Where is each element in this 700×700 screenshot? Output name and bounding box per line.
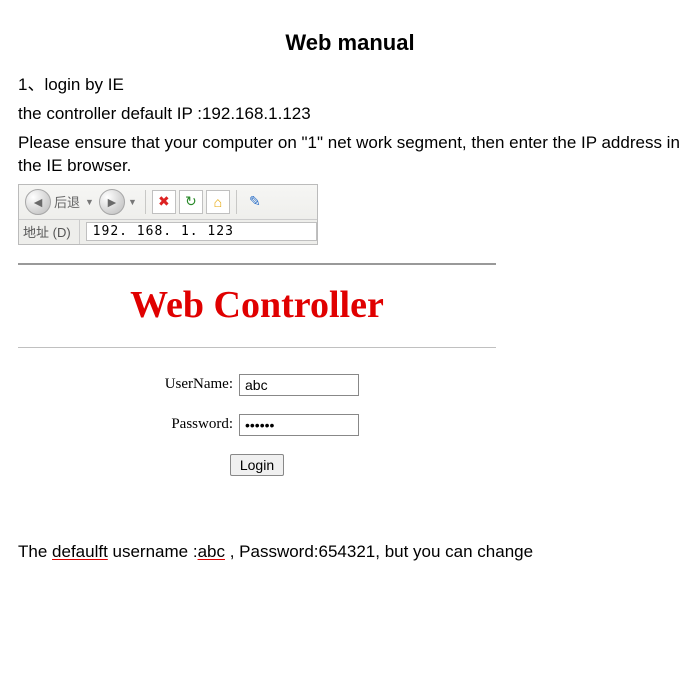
search-icon[interactable]: ✎ [243, 190, 267, 214]
home-icon[interactable]: ⌂ [206, 190, 230, 214]
stop-icon[interactable]: ✖ [152, 190, 176, 214]
intro-line-3: Please ensure that your computer on "1" … [18, 132, 682, 178]
login-heading: Web Controller [18, 277, 496, 337]
ie-toolbar: ◄ 后退 ▼ ► ▼ ✖ ↻ ⌂ ✎ 地址 (D) 192. 168. 1. 1… [18, 184, 318, 245]
login-panel: Web Controller UserName: Password: Login [18, 263, 496, 476]
footer-mid2: , Password:654321, but you can change [225, 542, 533, 561]
refresh-icon[interactable]: ↻ [179, 190, 203, 214]
footer-note: The defaulft username :abc , Password:65… [18, 542, 682, 562]
address-input[interactable]: 192. 168. 1. 123 [86, 222, 317, 241]
username-label: UserName: [155, 376, 233, 393]
password-label: Password: [155, 416, 233, 433]
page-title: Web manual [18, 30, 682, 56]
intro-line-2: the controller default IP :192.168.1.123 [18, 103, 682, 126]
footer-word-defaulft: defaulft [52, 542, 108, 561]
forward-dropdown-icon[interactable]: ▼ [128, 197, 137, 207]
toolbar-separator-2 [236, 190, 237, 214]
footer-word-abc: abc [198, 542, 225, 561]
back-icon[interactable]: ◄ [25, 189, 51, 215]
ie-button-row: ◄ 后退 ▼ ► ▼ ✖ ↻ ⌂ ✎ [19, 185, 317, 219]
back-dropdown-icon[interactable]: ▼ [85, 197, 94, 207]
username-input[interactable] [239, 374, 359, 396]
address-label: 地址 (D) [19, 220, 80, 244]
footer-prefix: The [18, 542, 52, 561]
forward-icon[interactable]: ► [99, 189, 125, 215]
password-row: Password: [18, 414, 496, 436]
toolbar-separator [145, 190, 146, 214]
divider-top [18, 263, 496, 265]
divider-mid [18, 347, 496, 348]
footer-mid1: username : [108, 542, 198, 561]
password-input[interactable] [239, 414, 359, 436]
username-row: UserName: [18, 374, 496, 396]
address-bar: 地址 (D) 192. 168. 1. 123 [19, 219, 317, 244]
back-button-label[interactable]: 后退 [54, 192, 80, 211]
intro-line-1: 1、login by IE [18, 74, 682, 97]
login-button[interactable]: Login [230, 454, 284, 476]
